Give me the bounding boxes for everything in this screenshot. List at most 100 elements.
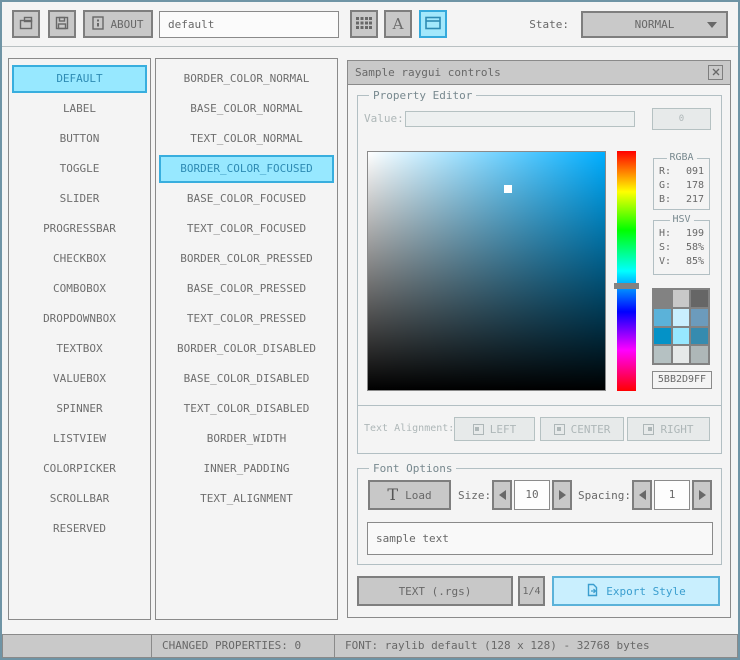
open-file-button[interactable] bbox=[12, 10, 40, 38]
state-label: State: bbox=[529, 17, 569, 31]
align-center-icon bbox=[553, 423, 565, 435]
style-name-input[interactable] bbox=[159, 10, 339, 38]
color-swatch[interactable] bbox=[691, 290, 708, 307]
controls-list-item[interactable]: LISTVIEW bbox=[12, 425, 147, 453]
channel-value: 091 bbox=[685, 166, 704, 177]
properties-list: BORDER_COLOR_NORMAL BASE_COLOR_NORMAL TE… bbox=[155, 58, 338, 620]
controls-list-item[interactable]: LABEL bbox=[12, 95, 147, 123]
sample-window-titlebar[interactable]: Sample raygui controls bbox=[348, 61, 730, 85]
properties-list-item[interactable]: BORDER_COLOR_DISABLED bbox=[159, 335, 334, 363]
controls-list-item[interactable]: SPINNER bbox=[12, 395, 147, 423]
font-icon: A bbox=[392, 14, 404, 33]
properties-list-item[interactable]: BORDER_WIDTH bbox=[159, 425, 334, 453]
save-file-button[interactable] bbox=[48, 10, 76, 38]
properties-list-item[interactable]: BASE_COLOR_DISABLED bbox=[159, 365, 334, 393]
align-right-button[interactable]: RIGHT bbox=[627, 417, 710, 441]
color-swatch[interactable] bbox=[654, 346, 671, 363]
properties-list-item[interactable]: BORDER_COLOR_FOCUSED bbox=[159, 155, 334, 183]
channel-value: 178 bbox=[685, 180, 704, 191]
properties-list-item[interactable]: TEXT_ALIGNMENT bbox=[159, 485, 334, 513]
color-swatch[interactable] bbox=[691, 308, 708, 326]
size-increase-button[interactable] bbox=[552, 480, 572, 510]
controls-view-button[interactable] bbox=[419, 10, 447, 38]
align-left-icon bbox=[472, 423, 484, 435]
channel-key: H: bbox=[659, 228, 672, 239]
controls-list-item[interactable]: COMBOBOX bbox=[12, 275, 147, 303]
channel-key: S: bbox=[659, 242, 672, 253]
align-left-button[interactable]: LEFT bbox=[454, 417, 535, 441]
properties-list-item[interactable]: TEXT_COLOR_DISABLED bbox=[159, 395, 334, 423]
state-dropdown[interactable]: NORMAL bbox=[581, 10, 728, 38]
properties-list-item[interactable]: TEXT_COLOR_NORMAL bbox=[159, 125, 334, 153]
color-swatch[interactable] bbox=[654, 327, 671, 345]
export-format-button[interactable]: TEXT (.rgs) bbox=[357, 576, 513, 606]
hsv-channel-row: S: 58% bbox=[659, 241, 704, 255]
rguistyler-app: ABOUT A State: NORMAL bbox=[0, 0, 740, 660]
rgba-channel-row: B: 217 bbox=[659, 193, 704, 207]
spacing-decrease-button[interactable] bbox=[632, 480, 652, 510]
controls-list-item[interactable]: SLIDER bbox=[12, 185, 147, 213]
controls-list: DEFAULT LABEL BUTTON TOGGLE SLIDER PROGR… bbox=[8, 58, 151, 620]
controls-list-item[interactable]: SCROLLBAR bbox=[12, 485, 147, 513]
color-saturation-value-panel[interactable] bbox=[367, 151, 606, 391]
controls-list-item[interactable]: TEXTBOX bbox=[12, 335, 147, 363]
arrow-right-icon bbox=[558, 490, 566, 500]
properties-list-item[interactable]: BASE_COLOR_PRESSED bbox=[159, 275, 334, 303]
properties-list-item[interactable]: BASE_COLOR_NORMAL bbox=[159, 95, 334, 123]
property-editor-group: Property Editor Value: 0 RGBA R: 091 G: … bbox=[357, 89, 722, 454]
color-swatch[interactable] bbox=[654, 308, 671, 326]
color-swatch[interactable] bbox=[691, 346, 708, 363]
format-pager-button[interactable]: 1/4 bbox=[518, 576, 545, 606]
controls-list-item[interactable]: DEFAULT bbox=[12, 65, 147, 93]
controls-list-item[interactable]: RESERVED bbox=[12, 515, 147, 543]
hex-value-box[interactable]: 5BB2D9FF bbox=[652, 371, 712, 389]
controls-list-item[interactable]: TOGGLE bbox=[12, 155, 147, 183]
color-swatch-grid bbox=[652, 288, 710, 365]
color-swatch[interactable] bbox=[654, 290, 671, 307]
controls-list-item[interactable]: COLORPICKER bbox=[12, 455, 147, 483]
size-decrease-button[interactable] bbox=[492, 480, 512, 510]
properties-list-item[interactable]: BASE_COLOR_FOCUSED bbox=[159, 185, 334, 213]
hue-slider-handle[interactable] bbox=[614, 283, 639, 289]
font-view-button[interactable]: A bbox=[384, 10, 412, 38]
font-options-group-label: Font Options bbox=[369, 462, 457, 475]
property-editor-group-label: Property Editor bbox=[369, 89, 477, 102]
window-icon bbox=[425, 16, 441, 33]
controls-list-item[interactable]: DROPDOWNBOX bbox=[12, 305, 147, 333]
state-group: State: NORMAL bbox=[529, 10, 728, 38]
align-center-button[interactable]: CENTER bbox=[540, 417, 624, 441]
spacing-label: Spacing: bbox=[578, 489, 631, 502]
align-right-button-label: RIGHT bbox=[660, 422, 694, 436]
value-apply-button[interactable]: 0 bbox=[652, 108, 711, 130]
color-swatch[interactable] bbox=[672, 346, 690, 363]
status-bar: CHANGED PROPERTIES: 0 FONT: raylib defau… bbox=[2, 634, 738, 658]
properties-list-item[interactable]: BORDER_COLOR_PRESSED bbox=[159, 245, 334, 273]
properties-list-item[interactable]: BORDER_COLOR_NORMAL bbox=[159, 65, 334, 93]
color-selector-cursor[interactable] bbox=[504, 185, 512, 193]
spacing-increase-button[interactable] bbox=[692, 480, 712, 510]
color-swatch[interactable] bbox=[691, 327, 708, 345]
export-style-button[interactable]: Export Style bbox=[552, 576, 720, 606]
properties-list-item[interactable]: TEXT_COLOR_PRESSED bbox=[159, 305, 334, 333]
channel-value: 58% bbox=[685, 242, 704, 253]
color-swatch[interactable] bbox=[672, 290, 690, 307]
hsv-channel-row: V: 85% bbox=[659, 255, 704, 269]
controls-list-item[interactable]: VALUEBOX bbox=[12, 365, 147, 393]
controls-list-item[interactable]: PROGRESSBAR bbox=[12, 215, 147, 243]
hue-slider[interactable] bbox=[617, 151, 636, 391]
load-font-button[interactable]: T Load bbox=[368, 480, 451, 510]
sample-controls-window: Sample raygui controls Property Editor V… bbox=[347, 60, 731, 618]
about-button-label: ABOUT bbox=[110, 17, 144, 31]
color-swatch[interactable] bbox=[672, 308, 690, 326]
hsv-channel-row: H: 199 bbox=[659, 227, 704, 241]
controls-list-item[interactable]: CHECKBOX bbox=[12, 245, 147, 273]
sample-text-box[interactable]: sample text bbox=[367, 522, 713, 555]
close-button[interactable] bbox=[708, 65, 723, 80]
about-button[interactable]: ABOUT bbox=[83, 10, 153, 38]
properties-list-item[interactable]: INNER_PADDING bbox=[159, 455, 334, 483]
value-input[interactable] bbox=[405, 111, 635, 127]
properties-list-item[interactable]: TEXT_COLOR_FOCUSED bbox=[159, 215, 334, 243]
controls-list-item[interactable]: BUTTON bbox=[12, 125, 147, 153]
color-swatch[interactable] bbox=[672, 327, 690, 345]
style-table-view-button[interactable] bbox=[350, 10, 378, 38]
